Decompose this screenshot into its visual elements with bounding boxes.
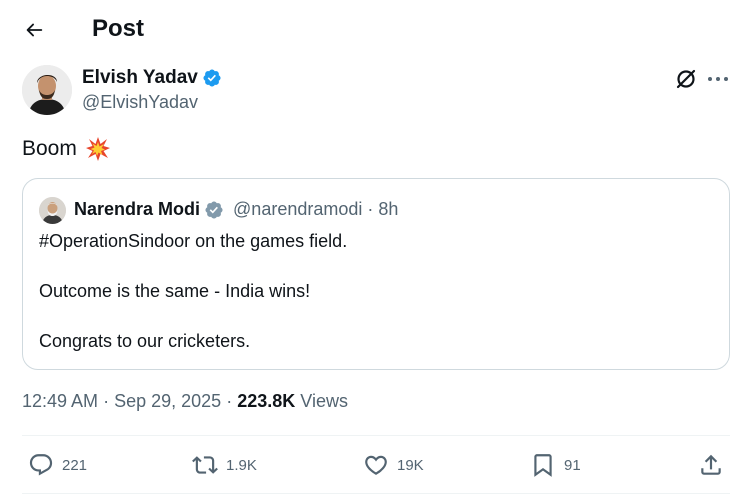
- post-header: Post: [0, 0, 744, 60]
- tweet-text: Boom: [22, 136, 111, 162]
- bookmark-button[interactable]: 91: [530, 451, 581, 479]
- author-handle[interactable]: @ElvishYadav: [82, 92, 198, 113]
- views-count: 223.8K: [237, 391, 296, 411]
- divider: [22, 435, 730, 436]
- like-button[interactable]: 19K: [363, 451, 424, 479]
- quoted-author-avatar[interactable]: [39, 197, 66, 224]
- verified-gray-badge-icon: [205, 200, 223, 219]
- reply-count: 221: [62, 456, 88, 474]
- quoted-text-line-1: #OperationSindoor on the games field.: [39, 231, 348, 251]
- post-time[interactable]: 12:49 AM: [22, 391, 98, 411]
- bookmark-count: 91: [564, 456, 581, 474]
- tweet-text-body: Boom: [22, 137, 77, 160]
- quoted-text-line-2: Outcome is the same - India wins!: [39, 281, 311, 301]
- author-avatar-image: [22, 65, 72, 115]
- post-date[interactable]: Sep 29, 2025: [114, 391, 221, 411]
- back-arrow-icon: [26, 23, 43, 37]
- bookmark-icon: [534, 454, 552, 477]
- views-label: Views: [300, 391, 348, 411]
- quoted-author-avatar-image: [39, 197, 66, 224]
- post-page: Post Elvish Yadav @ElvishYadav Boom Nare…: [0, 0, 744, 499]
- divider: [22, 493, 730, 494]
- repost-button[interactable]: 1.9K: [192, 451, 257, 479]
- reply-button[interactable]: 221: [28, 451, 87, 479]
- quoted-post-card[interactable]: Narendra Modi @narendramodi · 8h #Operat…: [22, 178, 730, 370]
- page-title: Post: [92, 15, 145, 42]
- quoted-post-time[interactable]: 8h: [378, 199, 398, 220]
- quoted-author-name[interactable]: Narendra Modi: [74, 199, 200, 220]
- author-name-row: Elvish Yadav: [82, 67, 222, 89]
- like-icon: [365, 455, 387, 475]
- quoted-text-line-3: Congrats to our cricketers.: [39, 331, 251, 351]
- author-name[interactable]: Elvish Yadav: [82, 67, 198, 89]
- like-count: 19K: [397, 456, 424, 474]
- share-button[interactable]: [698, 451, 724, 479]
- repost-count: 1.9K: [226, 456, 257, 474]
- share-icon: [701, 454, 721, 475]
- meta-separator: ·: [103, 391, 110, 411]
- more-icon[interactable]: [705, 66, 731, 92]
- author-avatar[interactable]: [22, 65, 72, 115]
- back-button[interactable]: [16, 12, 52, 48]
- quoted-author-handle[interactable]: @narendramodi: [233, 199, 362, 220]
- grok-icon[interactable]: [673, 66, 699, 92]
- quoted-separator: ·: [367, 199, 374, 219]
- post-meta: 12:49 AM · Sep 29, 2025 · 223.8K Views: [22, 391, 348, 412]
- repost-icon: [192, 456, 218, 474]
- collision-emoji-icon: [85, 137, 110, 161]
- verified-badge-icon: [203, 69, 221, 87]
- reply-icon: [29, 454, 53, 476]
- meta-separator: ·: [226, 391, 233, 411]
- quoted-post-header: Narendra Modi @narendramodi · 8h: [74, 199, 398, 220]
